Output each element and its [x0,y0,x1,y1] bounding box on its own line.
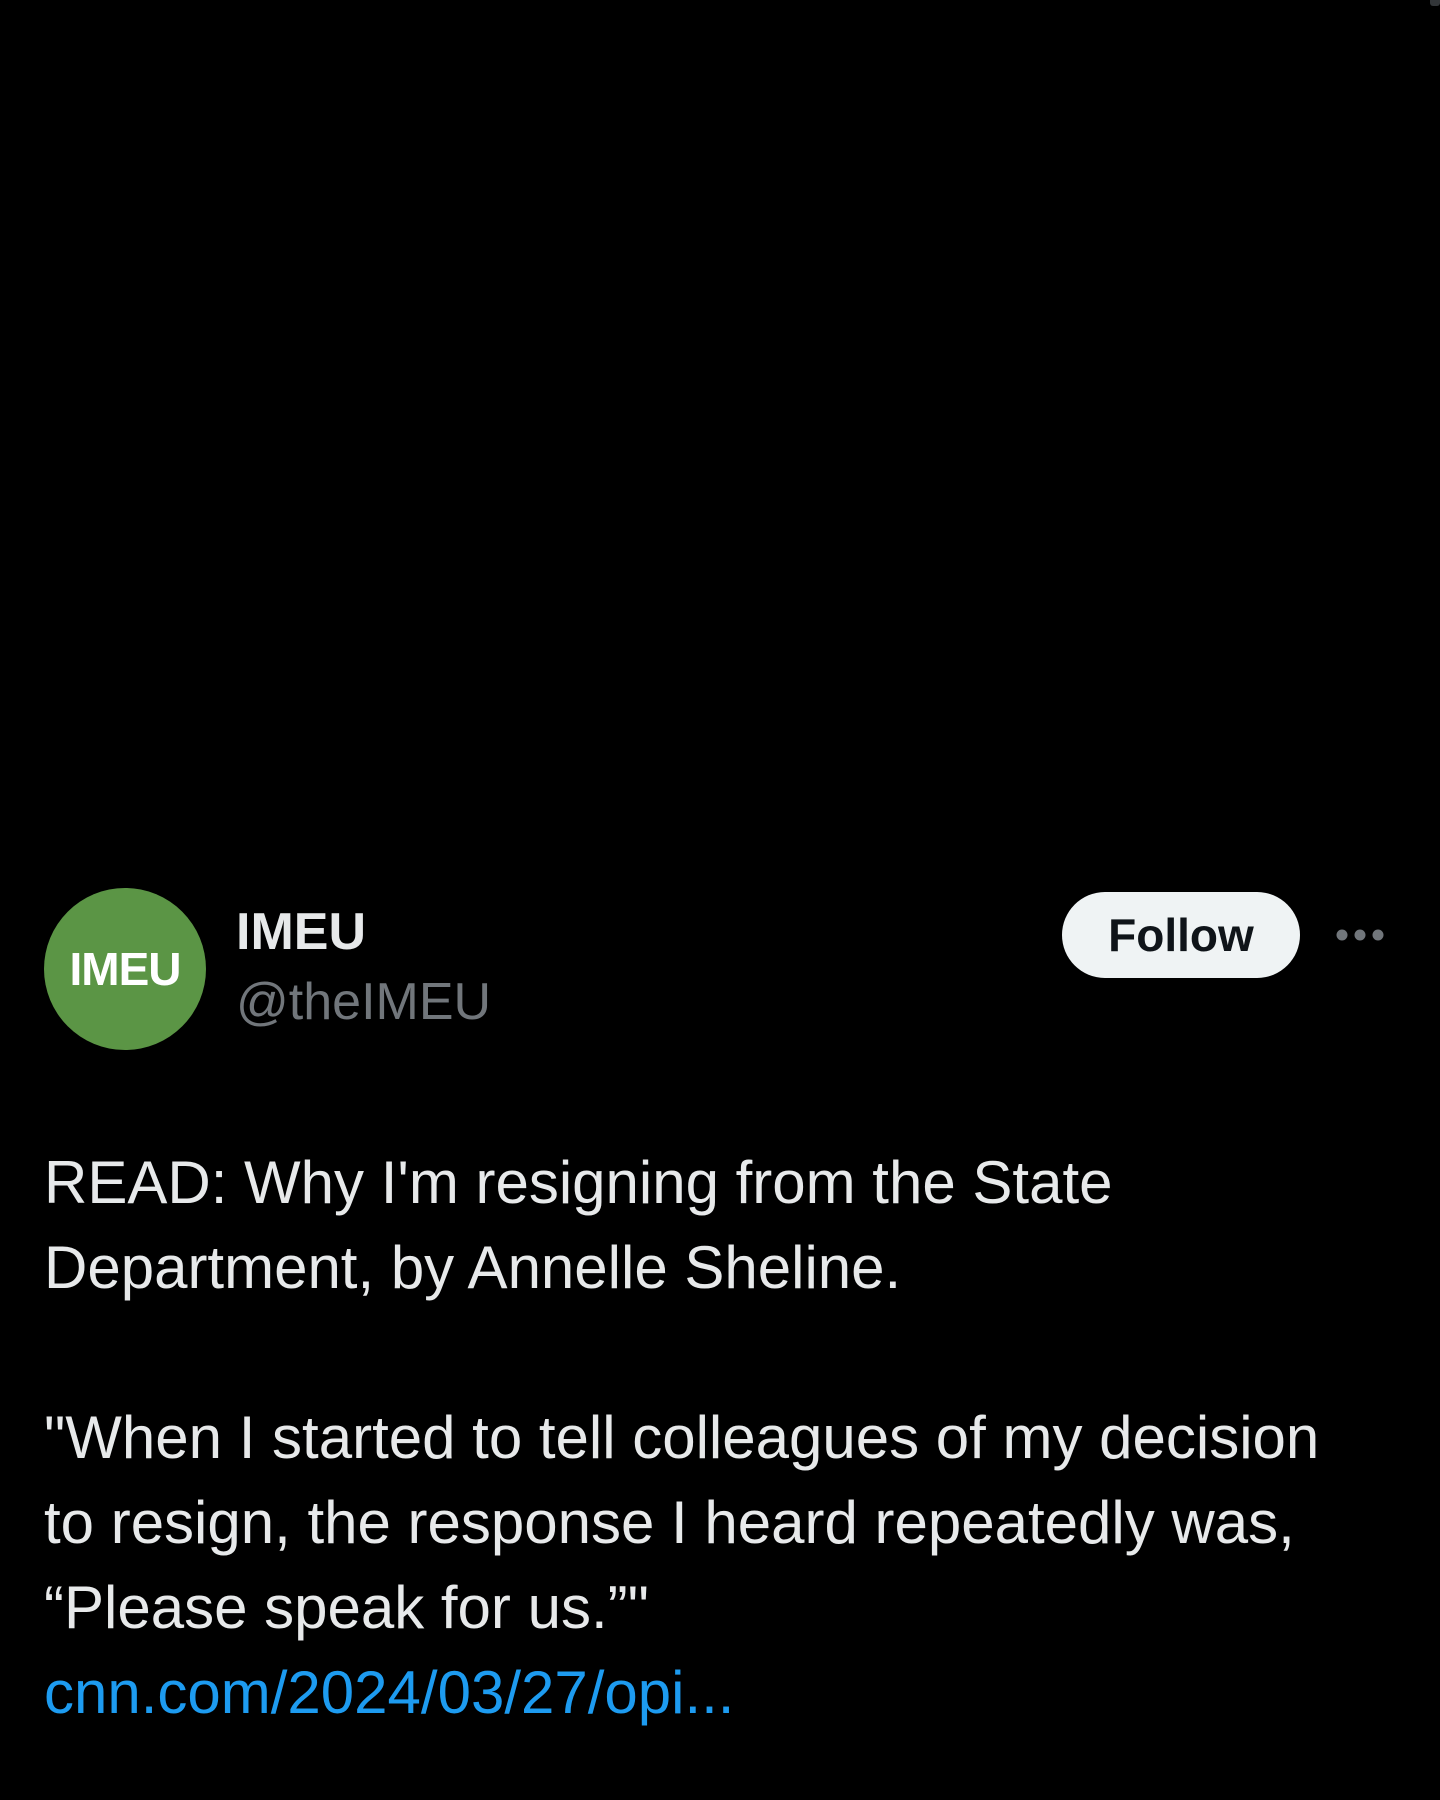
more-horizontal-icon [1336,929,1384,941]
follow-button[interactable]: Follow [1062,892,1300,978]
tweet-link[interactable]: cnn.com/2024/03/27/opi... [44,1659,734,1726]
author-display-name[interactable]: IMEU [236,906,366,958]
avatar-logo-text: IMEU [69,943,182,995]
tweet-text: READ: Why I'm resigning from the State D… [44,1140,1404,1735]
avatar[interactable]: IMEU [44,888,206,1050]
tweet-paragraph-2: "When I started to tell colleagues of my… [44,1404,1320,1641]
scroll-indicator [1430,0,1440,6]
author-handle[interactable]: @theIMEU [236,976,491,1028]
tweet-card: IMEU IMEU @theIMEU Follow READ: Why I'm … [0,0,1440,1800]
tweet-paragraph-1: READ: Why I'm resigning from the State D… [44,1149,1113,1301]
more-options-button[interactable] [1330,918,1390,952]
